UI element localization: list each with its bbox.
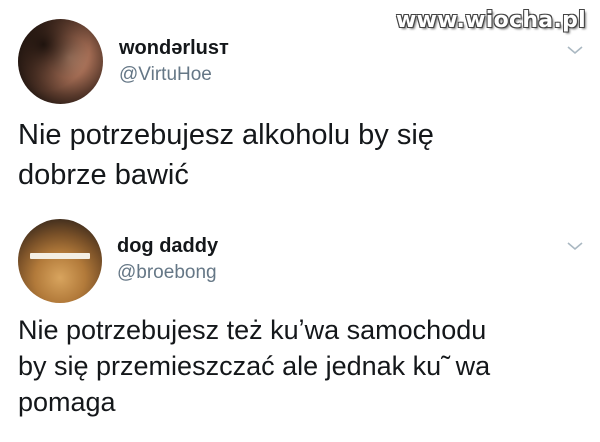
- tweet-text: Nie potrzebujesz też kuʼwa samochodu by …: [18, 315, 491, 417]
- avatar[interactable]: [18, 219, 102, 303]
- avatar-photo: [30, 253, 90, 259]
- tweet-card[interactable]: dog daddy @broebong Nie potrzebujesz też…: [0, 0, 600, 442]
- display-name[interactable]: dog daddy: [117, 235, 218, 258]
- chevron-down-icon[interactable]: [566, 240, 584, 252]
- user-handle[interactable]: @broebong: [117, 262, 217, 284]
